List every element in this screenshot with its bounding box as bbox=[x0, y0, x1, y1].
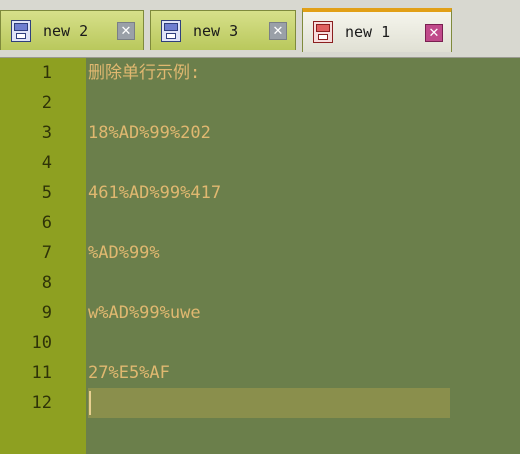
line-number: 12 bbox=[31, 393, 52, 413]
line-number: 11 bbox=[31, 363, 52, 383]
tab-new-2[interactable]: new 2 ✕ bbox=[0, 10, 144, 50]
tab-label: new 1 bbox=[345, 23, 391, 41]
line-number: 4 bbox=[41, 153, 52, 173]
code-line[interactable]: 18%AD%99%202 bbox=[88, 118, 211, 148]
line-number: 6 bbox=[41, 213, 52, 233]
line-number: 1 bbox=[41, 63, 52, 83]
code-line[interactable]: 删除单行示例: bbox=[88, 58, 200, 88]
line-number: 10 bbox=[31, 333, 52, 353]
code-line[interactable]: %AD%99% bbox=[88, 238, 160, 268]
line-number: 8 bbox=[41, 273, 52, 293]
close-icon[interactable]: ✕ bbox=[117, 22, 135, 40]
close-icon[interactable]: ✕ bbox=[269, 22, 287, 40]
tab-new-1[interactable]: new 1 ✕ bbox=[302, 8, 452, 52]
current-line-highlight bbox=[88, 388, 450, 418]
line-number: 2 bbox=[41, 93, 52, 113]
tab-label: new 2 bbox=[43, 21, 89, 40]
line-number-gutter: 1 2 3 4 5 6 7 8 9 10 11 12 bbox=[0, 58, 86, 454]
line-number: 9 bbox=[41, 303, 52, 323]
close-icon[interactable]: ✕ bbox=[425, 24, 443, 42]
line-number: 3 bbox=[41, 123, 52, 143]
document-icon bbox=[313, 21, 333, 43]
code-line[interactable]: w%AD%99%uwe bbox=[88, 298, 201, 328]
code-line[interactable]: 461%AD%99%417 bbox=[88, 178, 221, 208]
tab-bar: new 2 ✕ new 3 ✕ new 1 ✕ bbox=[0, 0, 520, 58]
line-number: 5 bbox=[41, 183, 52, 203]
tab-new-3[interactable]: new 3 ✕ bbox=[150, 10, 296, 50]
tab-label: new 3 bbox=[193, 21, 239, 40]
text-caret bbox=[89, 391, 91, 415]
document-icon bbox=[11, 19, 31, 42]
line-number: 7 bbox=[41, 243, 52, 263]
document-icon bbox=[161, 19, 181, 42]
code-line[interactable]: 27%E5%AF bbox=[88, 358, 170, 388]
text-editor[interactable]: 删除单行示例: 18%AD%99%202 461%AD%99%417 %AD%9… bbox=[86, 58, 520, 454]
